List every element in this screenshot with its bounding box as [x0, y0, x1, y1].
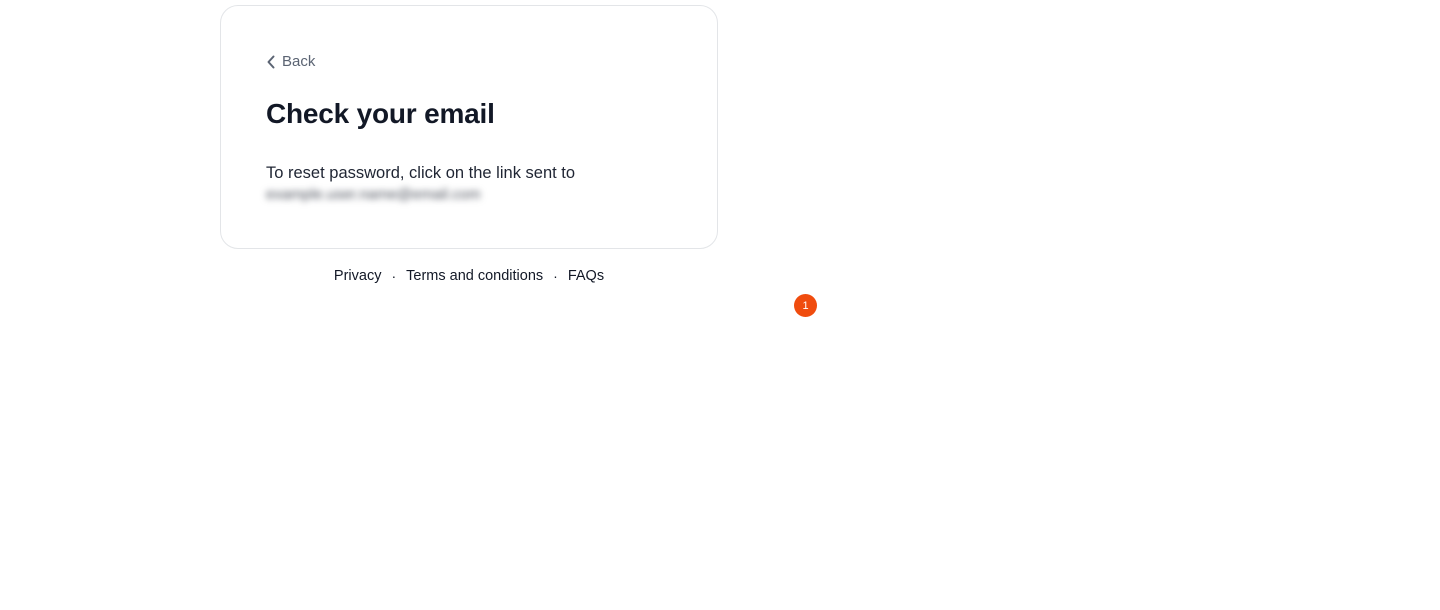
chevron-left-icon: [266, 55, 276, 69]
back-button[interactable]: Back: [266, 53, 315, 70]
footer-links: Privacy · Terms and conditions · FAQs: [220, 268, 718, 284]
notification-count: 1: [802, 299, 809, 312]
notification-badge[interactable]: 1: [794, 294, 817, 317]
page-title: Check your email: [266, 98, 495, 129]
back-label: Back: [282, 53, 316, 70]
faqs-link[interactable]: FAQs: [568, 268, 604, 284]
page: Back Check your email To reset password,…: [0, 0, 1440, 610]
terms-link[interactable]: Terms and conditions: [406, 268, 543, 284]
instruction-text: To reset password, click on the link sen…: [266, 164, 576, 182]
footer-separator: ·: [391, 268, 397, 284]
privacy-link[interactable]: Privacy: [334, 268, 382, 284]
masked-email-address: example.user.name@email.com: [266, 186, 481, 203]
reset-password-card: Back Check your email To reset password,…: [220, 5, 718, 249]
footer-separator: ·: [553, 268, 558, 284]
